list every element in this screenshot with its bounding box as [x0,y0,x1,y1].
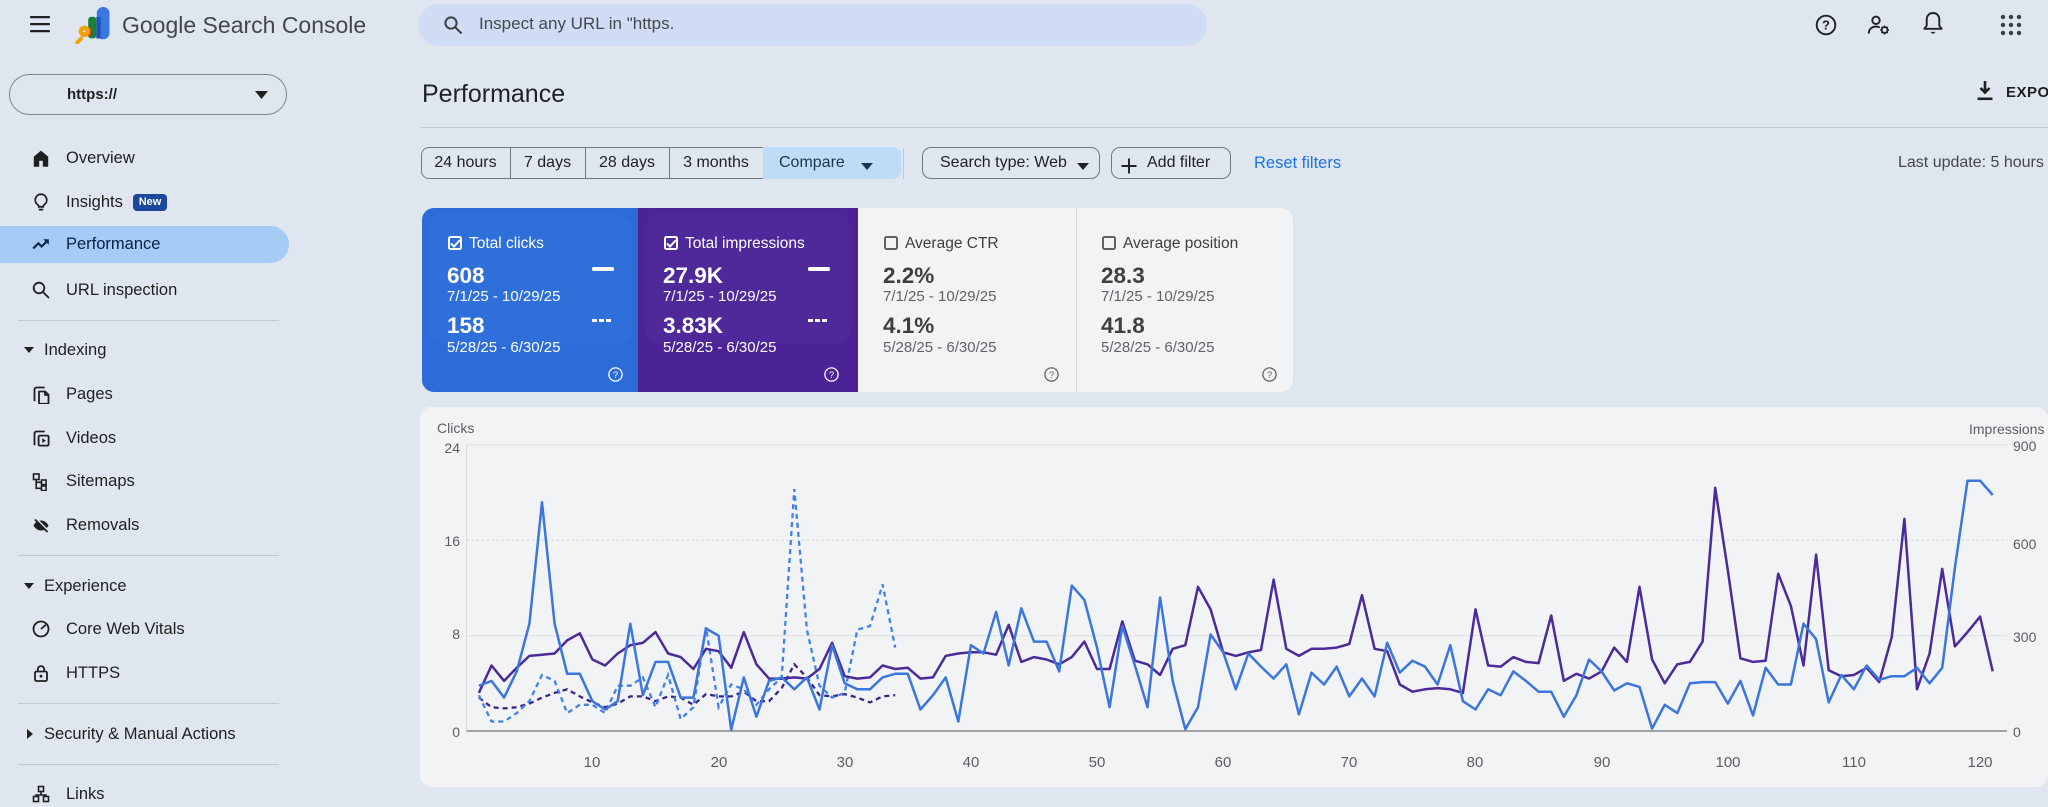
svg-text:?: ? [829,370,834,381]
svg-text:?: ? [1049,370,1054,381]
svg-text:?: ? [613,370,618,381]
svg-text:?: ? [1822,18,1830,33]
svg-text:?: ? [1267,370,1272,381]
